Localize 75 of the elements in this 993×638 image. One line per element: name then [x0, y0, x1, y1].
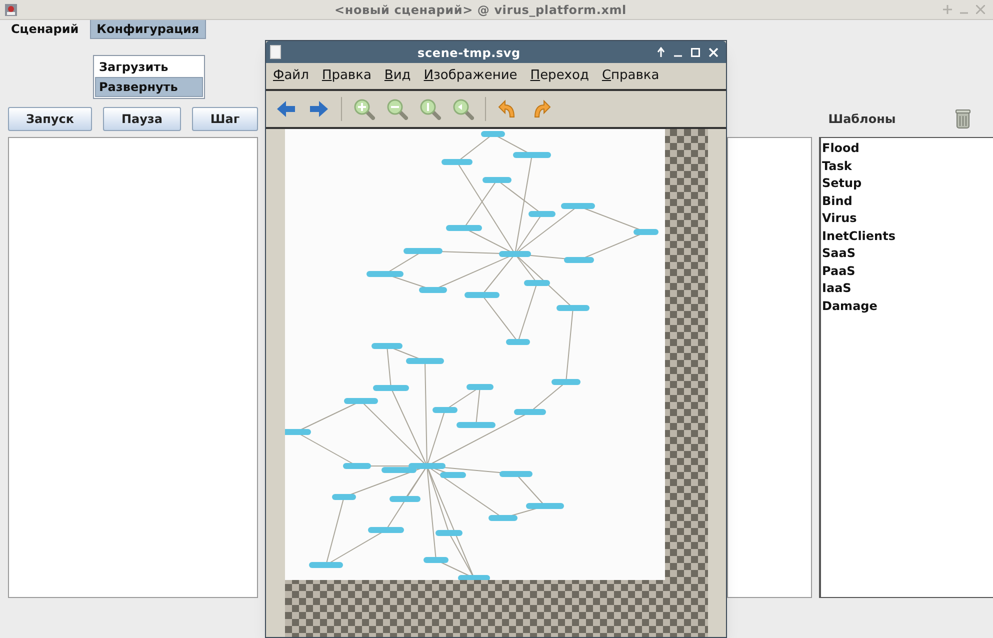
graph-node [464, 292, 500, 298]
menu-item[interactable]: Справка [602, 66, 660, 86]
graph-node [513, 152, 551, 158]
menu-item[interactable]: Сценарий [4, 19, 86, 39]
viewer-title: scene-tmp.svg [418, 46, 520, 60]
app-icon [4, 2, 18, 16]
graph-node [481, 131, 505, 137]
template-item[interactable]: Virus [821, 210, 993, 228]
toolbar-button[interactable]: Запуск [8, 107, 92, 131]
menu-item[interactable]: Файл [273, 66, 309, 86]
graph-node [482, 177, 512, 183]
maximize-icon[interactable] [691, 48, 700, 56]
template-item[interactable]: IaaS [821, 280, 993, 298]
menu-item[interactable]: Загрузить [95, 57, 203, 77]
toolbar-button[interactable]: Шаг [192, 107, 258, 131]
graph-node [564, 257, 594, 263]
template-item[interactable]: InetClients [821, 228, 993, 245]
template-item[interactable]: PaaS [821, 262, 993, 280]
graph-node [514, 409, 546, 415]
graph-node [344, 398, 378, 404]
graph-node [466, 384, 494, 390]
graph-node [524, 280, 550, 286]
graph-node [442, 159, 472, 165]
graph-node [432, 407, 458, 413]
graph-node [528, 211, 556, 217]
window-title: <новый сценарий> @ virus_platform.xml [334, 2, 626, 16]
list-panel[interactable] [727, 137, 812, 598]
graph-node [309, 562, 343, 568]
graph-node [368, 527, 404, 533]
graph-node [552, 379, 580, 385]
graph-node [488, 515, 518, 521]
graph-node [406, 358, 444, 364]
graph-node [556, 305, 590, 311]
menu-item[interactable]: Правка [322, 66, 372, 86]
graph-node [419, 287, 447, 293]
zoom-out-icon[interactable] [386, 98, 408, 120]
graph-node [424, 557, 448, 563]
graph-node [390, 496, 420, 502]
menu-item[interactable]: Изображение [424, 66, 518, 86]
template-item[interactable]: SaaS [821, 245, 993, 262]
graph-node [440, 472, 466, 478]
graph-node [500, 471, 532, 477]
graph-node [366, 271, 404, 277]
graph-node [404, 248, 442, 254]
trash-icon[interactable] [955, 109, 971, 129]
template-item[interactable]: Task [821, 158, 993, 175]
back-arrow-icon[interactable] [275, 98, 297, 120]
graph-node [634, 229, 658, 235]
up-arrow-icon[interactable] [657, 47, 665, 57]
graph-node [526, 503, 564, 509]
template-item[interactable]: Bind [821, 192, 993, 210]
graph-node [456, 422, 496, 428]
template-item[interactable]: Flood [821, 140, 993, 158]
graph-node [332, 494, 356, 500]
forward-arrow-icon[interactable] [308, 98, 330, 120]
graph-node [561, 203, 595, 209]
graph-node [373, 385, 409, 391]
graph-node [506, 339, 530, 345]
menu-item[interactable]: Переход [530, 66, 589, 86]
graph-node [285, 429, 311, 435]
toolbar-button[interactable]: Пауза [103, 107, 181, 131]
graph-node [499, 251, 531, 257]
graph-node [343, 463, 371, 469]
menu-item[interactable]: Вид [384, 66, 411, 86]
graph-node [372, 343, 402, 349]
zoom-in-icon[interactable] [353, 98, 375, 120]
graph-node [458, 575, 490, 580]
document-icon [270, 45, 281, 59]
templates-label: Шаблоны [827, 111, 897, 128]
graph-node [436, 530, 462, 536]
graph-node [446, 225, 482, 231]
template-item[interactable]: Setup [821, 175, 993, 192]
template-item[interactable]: Damage [821, 298, 993, 315]
menu-item[interactable]: Конфигурация [90, 19, 206, 39]
menu-item[interactable]: Развернуть [95, 77, 203, 97]
